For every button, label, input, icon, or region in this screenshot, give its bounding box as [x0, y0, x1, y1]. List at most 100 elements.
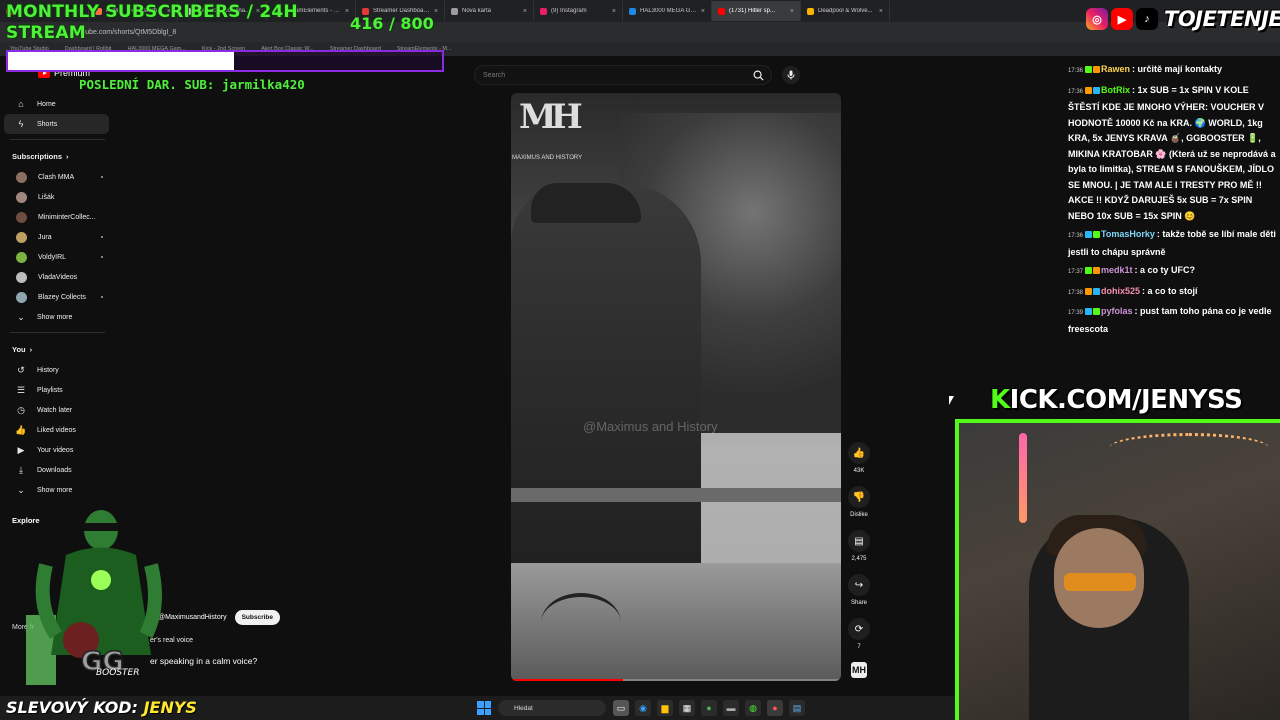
sidebar-item-label: Shorts [37, 120, 58, 128]
sidebar-item-your-videos[interactable]: ▶ Your videos [4, 440, 109, 460]
action-label: 2,475 [851, 556, 867, 562]
sidebar-subscription-item[interactable]: VladaVideos [4, 267, 109, 287]
show-more-button[interactable]: ⌄ Show more [4, 480, 109, 500]
tab-label: (1731) Hitler sp... [729, 8, 776, 14]
show-more-button[interactable]: ⌄ Show more [4, 307, 109, 327]
close-icon[interactable]: × [701, 8, 705, 15]
channel-name[interactable]: @MaximusandHistory [158, 614, 227, 621]
search-button[interactable] [744, 65, 772, 85]
close-icon[interactable]: × [612, 8, 616, 15]
voice-search-button[interactable] [782, 66, 800, 84]
you-title: You [12, 344, 26, 354]
obs-icon[interactable]: ◍ [745, 700, 761, 716]
chat-username[interactable]: Rawen [1101, 64, 1130, 74]
close-icon[interactable]: × [345, 8, 349, 15]
chat-text: a co ty UFC? [1140, 265, 1196, 275]
subs-goal-bar [6, 50, 444, 72]
share-button[interactable]: ↪ Share [846, 574, 872, 618]
sidebar-item-downloads[interactable]: ⤓ Downloads [4, 460, 109, 480]
chat-username[interactable]: TomasHorky [1101, 229, 1155, 239]
chat-message: 17:39 pyfolas: pust tam toho pána co je v… [1068, 306, 1272, 334]
sidebar-subscription-item[interactable]: VoldyIRL [4, 247, 109, 267]
chrome-active-icon[interactable]: ● [767, 700, 783, 716]
sidebar-item-history[interactable]: ↺ History [4, 360, 109, 380]
taskbar-search-label: Hledat [514, 704, 533, 712]
sidebar-item-label: Liked videos [37, 426, 76, 434]
your-videos-icon: ▶ [17, 444, 25, 455]
tab-label: Nová karta [462, 8, 492, 14]
taskbar-search[interactable]: Hledat [498, 700, 606, 716]
sidebar-item-label: Watch later [37, 406, 73, 414]
sidebar-divider [10, 332, 105, 333]
shorts-action-bar: 👍 43K 👎 Dislike ▤ 2,475 ↪ Share ⟳ 7 [846, 442, 872, 662]
chat-username[interactable]: pyfolas [1101, 306, 1133, 316]
subscribe-button[interactable]: Subscribe [234, 610, 281, 625]
browser-tab[interactable]: Deadpool & Wolve... × [801, 1, 890, 21]
subscription-label: VoldyIRL [38, 253, 67, 261]
subscriptions-heading[interactable]: Subscriptions › [0, 145, 115, 167]
history-icon: ↺ [17, 364, 25, 375]
sidebar-item-home[interactable]: ⌂ Home [4, 94, 109, 114]
tab-label: (9) Instagram [551, 8, 587, 14]
comment-button[interactable]: ▤ 2,475 [846, 530, 872, 574]
sidebar-subscription-item[interactable]: Blazey Collects [4, 287, 109, 307]
close-icon[interactable]: × [523, 8, 527, 15]
sidebar-subscription-item[interactable]: Lišák [4, 187, 109, 207]
subscription-label: MiniminterCollec... [38, 213, 96, 221]
close-icon[interactable]: × [879, 8, 883, 15]
close-icon[interactable]: × [434, 8, 438, 15]
channel-thumbnail[interactable]: MH [851, 662, 867, 678]
you-heading[interactable]: You › [0, 338, 115, 360]
sidebar-subscription-item[interactable]: Jura [4, 227, 109, 247]
chrome-icon[interactable]: ● [701, 700, 717, 716]
app-icon[interactable]: ▬ [723, 700, 739, 716]
chat-badge-icon [1093, 308, 1101, 315]
download-icon: ⤓ [19, 464, 23, 475]
chat-text: a co to stojí [1147, 285, 1198, 296]
chevron-down-icon: ⌄ [17, 484, 25, 495]
search-icon [753, 70, 764, 81]
video-progress-bar[interactable] [511, 679, 841, 681]
chat-message: 17:36 Rawen: určitě mají kontakty [1068, 64, 1223, 74]
chat-username[interactable]: medk1t [1101, 265, 1133, 275]
shorts-video-player[interactable]: MH MAXIMUS AND HISTORY @Maximus and Hist… [511, 93, 841, 681]
like-icon: 👍 [848, 442, 870, 464]
remix-button[interactable]: ⟳ 7 [846, 618, 872, 662]
sidebar-subscription-item[interactable]: MiniminterCollec... [4, 207, 109, 227]
shorts-icon: ϟ [18, 119, 24, 129]
chat-badge-icon [1085, 66, 1093, 73]
channel-avatar [16, 191, 27, 203]
windows-start-button[interactable] [477, 701, 491, 715]
task-view-icon[interactable]: ▭ [613, 700, 629, 716]
browser-tab[interactable]: HAL3000 MEGA Ga... × [623, 1, 712, 21]
video-eagle-emblem [541, 593, 621, 653]
webcam-string-lights [1109, 433, 1269, 463]
chat-timestamp: 17:37 [1068, 269, 1084, 275]
file-explorer-icon[interactable]: ▆ [657, 700, 673, 716]
tab-favicon-icon [540, 7, 547, 15]
close-icon[interactable]: × [790, 8, 794, 15]
chat-username[interactable]: BotRix [1101, 85, 1130, 95]
sidebar-subscription-item[interactable]: Clash MMA [4, 167, 109, 187]
notepad-icon[interactable]: ▤ [789, 700, 805, 716]
subscription-label: Clash MMA [38, 173, 75, 181]
like-button[interactable]: 👍 43K [846, 442, 872, 486]
webcam-rgb-light [1019, 433, 1027, 523]
sidebar-item-liked-videos[interactable]: 👍 Liked videos [4, 420, 109, 440]
channel-avatar [16, 171, 27, 183]
video-title[interactable]: er speaking in a calm voice? [150, 656, 257, 666]
sidebar-item-shorts[interactable]: ϟ Shorts [4, 114, 109, 134]
edge-icon[interactable]: ◉ [635, 700, 651, 716]
video-paper [701, 433, 841, 573]
browser-tab[interactable]: (9) Instagram × [534, 1, 623, 21]
browser-tab[interactable]: Nová karta × [445, 1, 534, 21]
sidebar-item-watch-later[interactable]: ◷ Watch later [4, 400, 109, 420]
dislike-button[interactable]: 👎 Dislike [846, 486, 872, 530]
store-icon[interactable]: ▦ [679, 700, 695, 716]
search-input[interactable]: Search [474, 65, 772, 85]
chat-badge-icon [1093, 267, 1101, 274]
sidebar-item-playlists[interactable]: ☰ Playlists [4, 380, 109, 400]
chat-username[interactable]: dohix525 [1101, 286, 1140, 296]
browser-tab[interactable]: (1731) Hitler sp... × [712, 1, 801, 21]
promo-prefix: SLEVOVÝ KOD: [6, 698, 138, 717]
